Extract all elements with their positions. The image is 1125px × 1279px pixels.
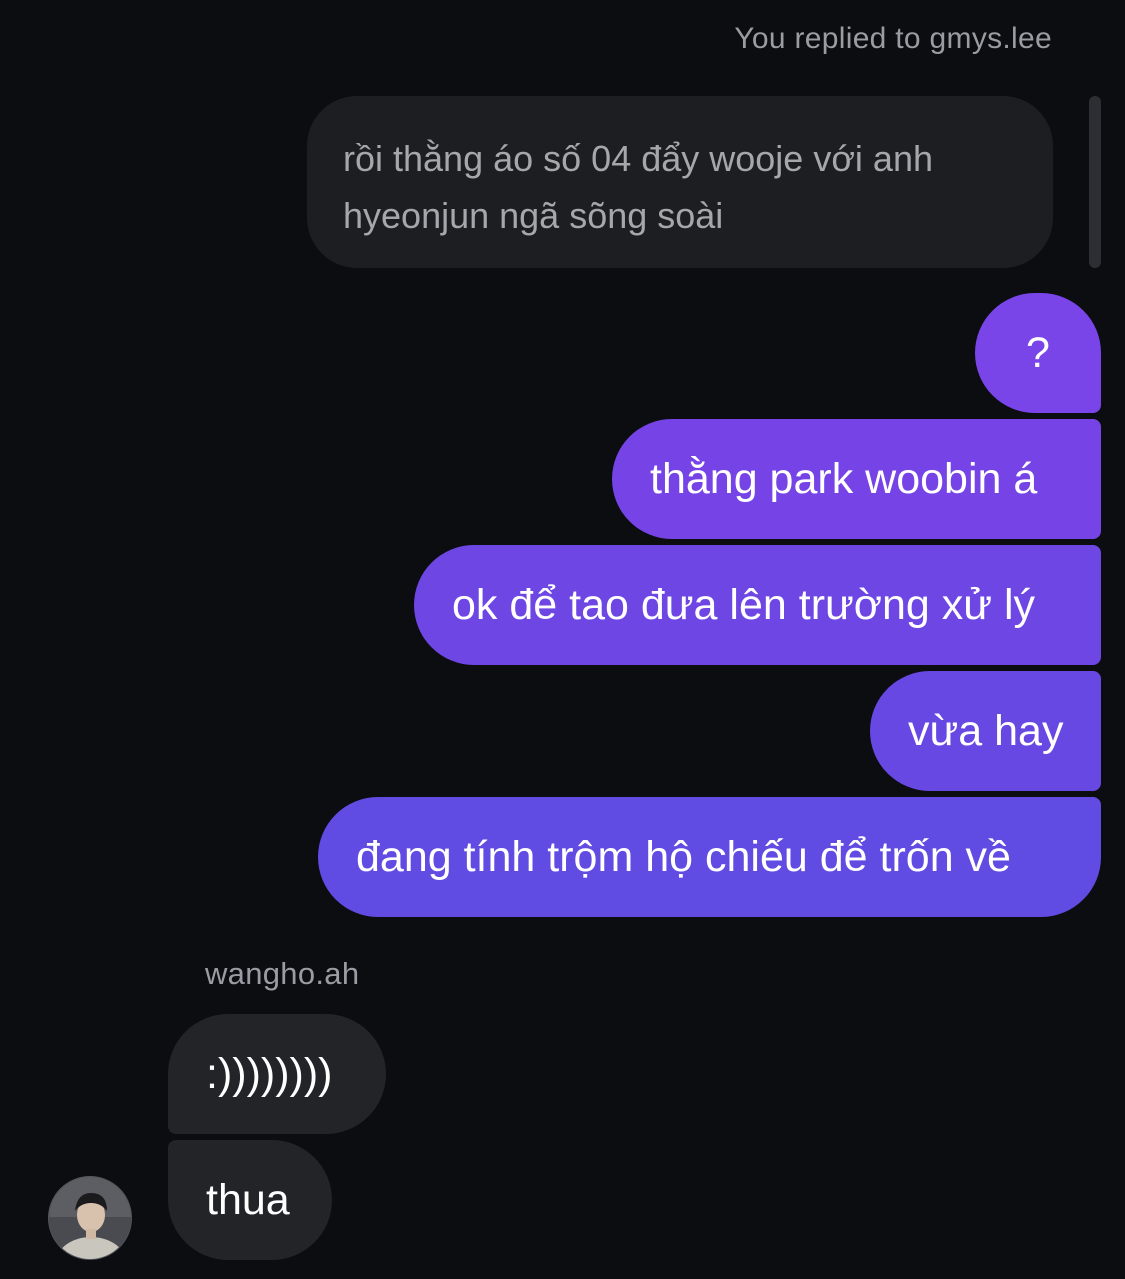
incoming-message[interactable]: :)))))))) (168, 1014, 386, 1134)
outgoing-message[interactable]: ok để tao đưa lên trường xử lý (414, 545, 1101, 665)
replied-to-label: You replied to gmys.lee (734, 22, 1052, 55)
outgoing-message[interactable]: đang tính trộm hộ chiếu để trốn về (318, 797, 1101, 917)
outgoing-message[interactable]: thằng park woobin á (612, 419, 1101, 539)
quoted-text-line-1: rồi thằng áo số 04 đẩy wooje với anh (343, 138, 933, 179)
sender-avatar-icon[interactable] (48, 1176, 132, 1260)
reply-indicator-bar (1089, 96, 1101, 268)
quoted-text-line-2: hyeonjun ngã sõng soài (343, 195, 724, 236)
incoming-message[interactable]: thua (168, 1140, 332, 1260)
outgoing-message[interactable]: ? (975, 293, 1101, 413)
quoted-reply-bubble[interactable]: rồi thằng áo số 04 đẩy wooje với anh hye… (307, 96, 1053, 268)
outgoing-message[interactable]: vừa hay (870, 671, 1101, 791)
sender-username: wangho.ah (205, 956, 360, 991)
